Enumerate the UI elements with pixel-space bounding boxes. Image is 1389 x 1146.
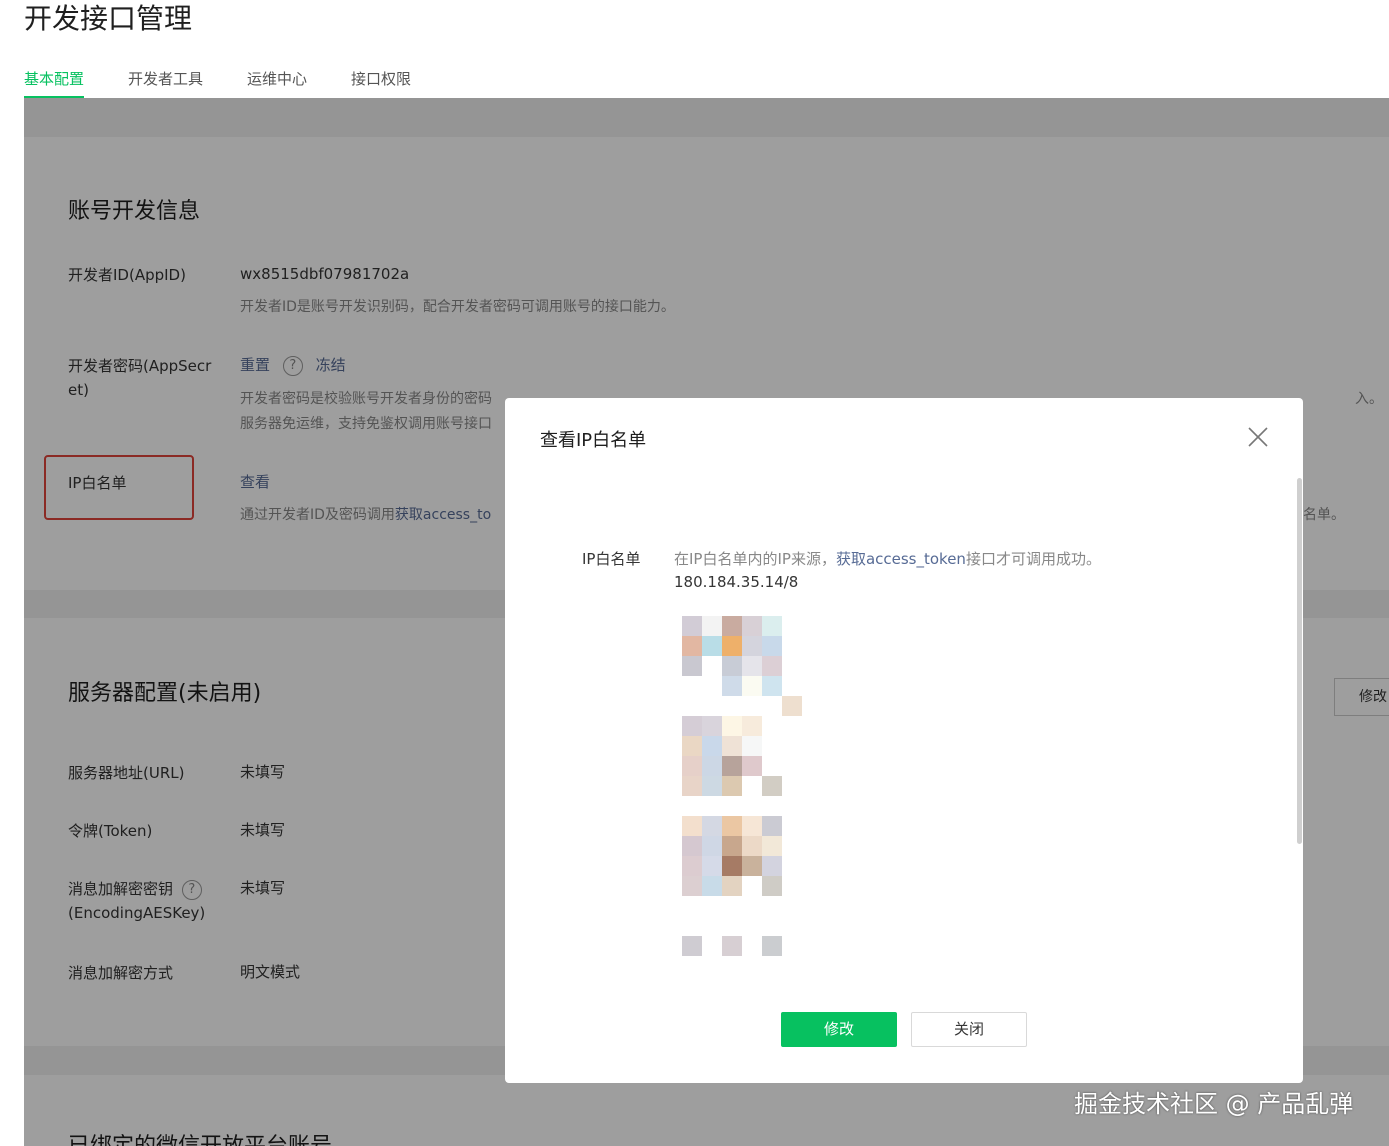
close-button[interactable]: 关闭	[911, 1012, 1027, 1047]
ip-entry-first: 180.184.35.14/8	[674, 573, 799, 591]
redacted-ip-list	[682, 936, 802, 956]
tab-bar: 基本配置 开发者工具 运维中心 接口权限	[24, 68, 455, 99]
tab-basic-config[interactable]: 基本配置	[24, 68, 85, 99]
ip-whitelist-modal: 查看IP白名单 IP白名单 在IP白名单内的IP来源，获取access_toke…	[505, 398, 1303, 1083]
modal-desc-pre: 在IP白名单内的IP来源，	[674, 550, 836, 568]
tab-api-permissions[interactable]: 接口权限	[351, 68, 411, 99]
modal-ip-label: IP白名单	[582, 550, 641, 568]
modal-title: 查看IP白名单	[540, 430, 647, 451]
watermark: 掘金技术社区 @ 产品乱弹	[1074, 1090, 1354, 1118]
modal-scrollbar[interactable]	[1297, 478, 1302, 844]
page-title: 开发接口管理	[24, 2, 193, 35]
modify-button[interactable]: 修改	[781, 1012, 897, 1047]
modal-desc-post: 接口才可调用成功。	[965, 550, 1101, 568]
close-icon[interactable]	[1247, 426, 1269, 448]
redacted-ip-list	[682, 716, 802, 796]
tab-ops-center[interactable]: 运维中心	[247, 68, 307, 99]
tab-developer-tools[interactable]: 开发者工具	[128, 68, 203, 99]
redacted-ip-list	[682, 616, 802, 716]
redacted-ip-list	[682, 816, 802, 896]
modal-ip-desc: 在IP白名单内的IP来源，获取access_token接口才可调用成功。	[674, 548, 1101, 569]
modal-access-token-link[interactable]: 获取access_token	[836, 550, 966, 568]
